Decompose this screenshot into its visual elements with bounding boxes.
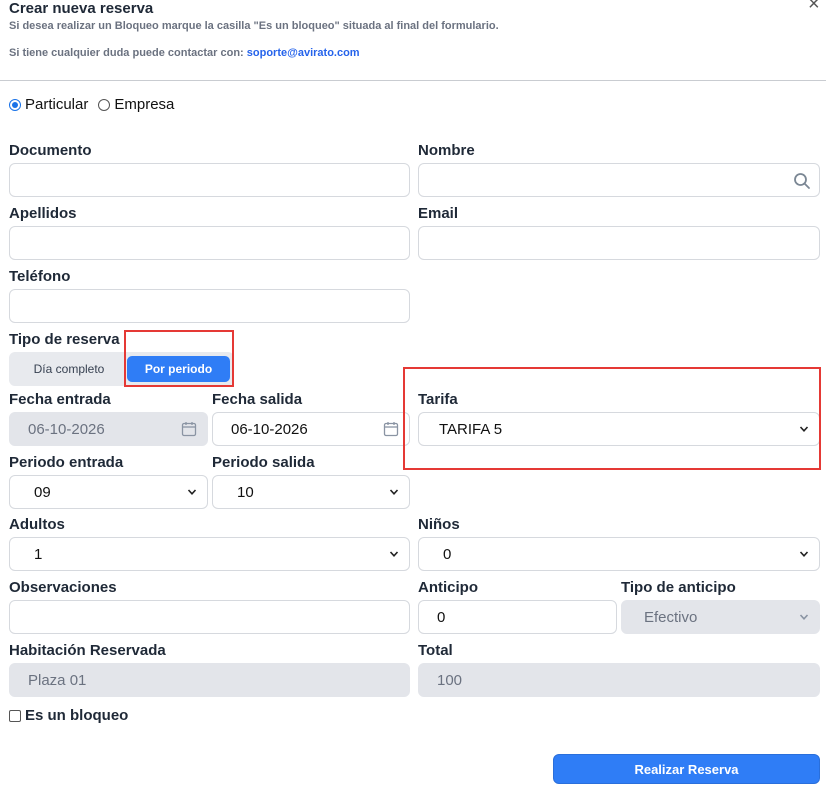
ninos-label: Niños: [418, 516, 460, 533]
fecha-salida-input[interactable]: 06-10-2026: [212, 412, 410, 446]
radio-empresa[interactable]: [98, 98, 111, 111]
adultos-select[interactable]: 1: [9, 537, 410, 571]
tipo-reserva-label: Tipo de reserva: [9, 331, 120, 348]
bloqueo-row: Es un bloqueo: [9, 707, 128, 724]
ninos-select[interactable]: 0: [418, 537, 820, 571]
periodo-salida-select[interactable]: 10: [212, 475, 410, 509]
close-icon[interactable]: ×: [808, 0, 820, 14]
calendar-icon: [181, 422, 197, 437]
periodo-entrada-select[interactable]: 09: [9, 475, 208, 509]
periodo-entrada-label: Periodo entrada: [9, 454, 124, 471]
periodo-salida-label: Periodo salida: [212, 454, 315, 471]
client-type-group: Particular Empresa: [9, 96, 184, 113]
fecha-entrada-label: Fecha entrada: [9, 391, 111, 408]
chevron-down-icon: [799, 551, 809, 557]
habitacion-label: Habitación Reservada: [9, 642, 166, 659]
tipo-anticipo-select: Efectivo: [621, 600, 820, 634]
highlight-box-por-periodo: [124, 330, 234, 387]
apellidos-label: Apellidos: [9, 205, 77, 222]
documento-input[interactable]: [9, 163, 410, 197]
habitacion-input: Plaza 01: [9, 663, 410, 697]
highlight-box-tarifa: [403, 367, 821, 470]
telefono-input[interactable]: [9, 289, 410, 323]
realizar-reserva-button[interactable]: Realizar Reserva: [553, 754, 820, 784]
nombre-label: Nombre: [418, 142, 475, 159]
bloqueo-checkbox[interactable]: [9, 709, 21, 722]
total-input: 100: [418, 663, 820, 697]
total-label: Total: [418, 642, 453, 659]
adultos-label: Adultos: [9, 516, 65, 533]
email-label: Email: [418, 205, 459, 222]
fecha-entrada-input: 06-10-2026: [9, 412, 208, 446]
fecha-salida-label: Fecha salida: [212, 391, 303, 408]
chevron-down-icon: [799, 614, 809, 620]
telefono-label: Teléfono: [9, 268, 71, 285]
nombre-input[interactable]: [418, 163, 820, 197]
dialog-title: Crear nueva reserva: [9, 0, 154, 17]
email-input[interactable]: [418, 226, 820, 260]
observaciones-label: Observaciones: [9, 579, 117, 596]
contact-line: Si tiene cualquier duda puede contactar …: [9, 47, 360, 59]
radio-particular-label[interactable]: Particular: [25, 96, 88, 113]
calendar-icon[interactable]: [383, 421, 399, 437]
bloqueo-label[interactable]: Es un bloqueo: [25, 707, 128, 724]
radio-empresa-label[interactable]: Empresa: [114, 96, 174, 113]
dia-completo-button[interactable]: Día completo: [15, 356, 123, 382]
radio-particular[interactable]: [9, 98, 21, 111]
bloqueo-info-text: Si desea realizar un Bloqueo marque la c…: [9, 20, 499, 32]
tipo-anticipo-label: Tipo de anticipo: [621, 579, 736, 596]
observaciones-input[interactable]: [9, 600, 410, 634]
chevron-down-icon: [187, 489, 197, 495]
chevron-down-icon: [389, 551, 399, 557]
chevron-down-icon: [389, 489, 399, 495]
search-icon[interactable]: [793, 172, 811, 190]
anticipo-label: Anticipo: [418, 579, 478, 596]
anticipo-input[interactable]: 0: [418, 600, 617, 634]
apellidos-input[interactable]: [9, 226, 410, 260]
contact-prefix: Si tiene cualquier duda puede contactar …: [9, 47, 244, 59]
support-email-link[interactable]: soporte@avirato.com: [247, 47, 360, 59]
header-divider: [0, 80, 826, 81]
documento-label: Documento: [9, 142, 92, 159]
